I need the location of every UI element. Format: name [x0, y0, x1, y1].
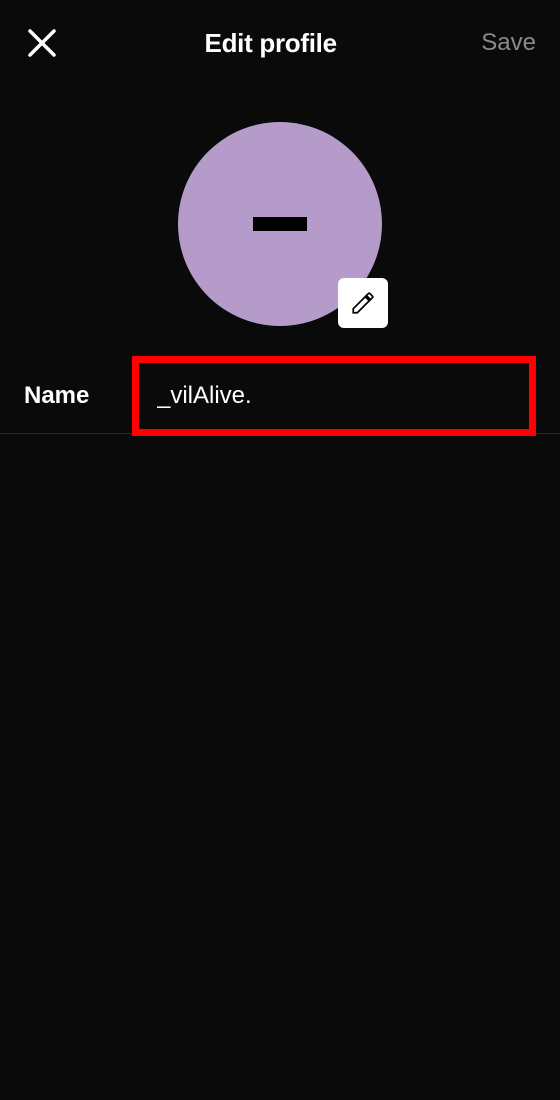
page-title: Edit profile [205, 28, 337, 59]
close-icon [27, 28, 57, 58]
close-button[interactable] [24, 25, 60, 61]
name-row: Name [0, 358, 560, 434]
avatar-section [0, 122, 560, 326]
edit-avatar-button[interactable] [338, 278, 388, 328]
name-input[interactable] [157, 382, 529, 410]
name-label: Name [24, 382, 132, 410]
name-input-highlight [132, 356, 536, 436]
save-button[interactable]: Save [481, 29, 536, 57]
avatar-placeholder-icon [253, 217, 307, 231]
pencil-icon [350, 290, 376, 316]
avatar[interactable] [178, 122, 382, 326]
header: Edit profile Save [0, 0, 560, 86]
